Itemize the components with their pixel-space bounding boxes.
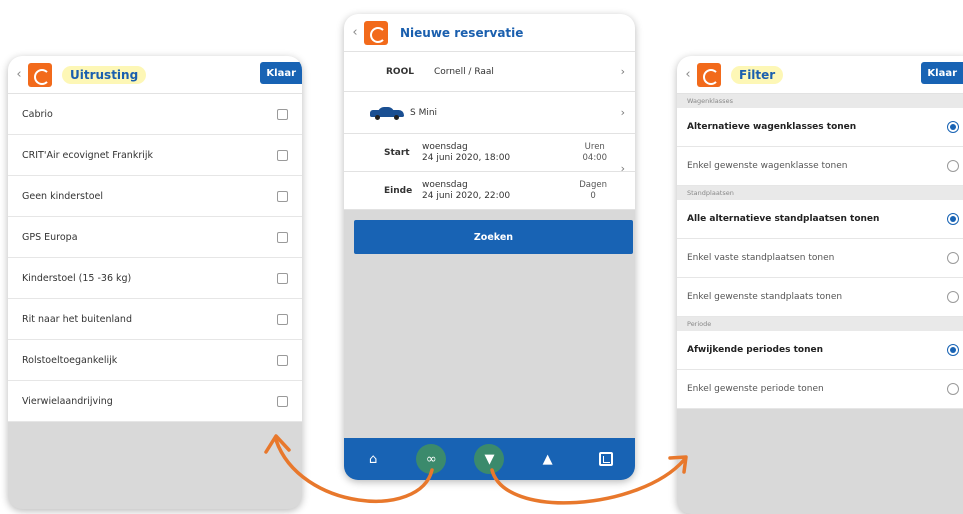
connector-arrows (264, 434, 688, 505)
arrow-to-filter (490, 458, 686, 505)
screenshot-stage: ‹ Uitrusting Klaar Cabrio CRIT'Air ecovi… (0, 0, 963, 514)
arrow-to-equipment (274, 438, 434, 503)
